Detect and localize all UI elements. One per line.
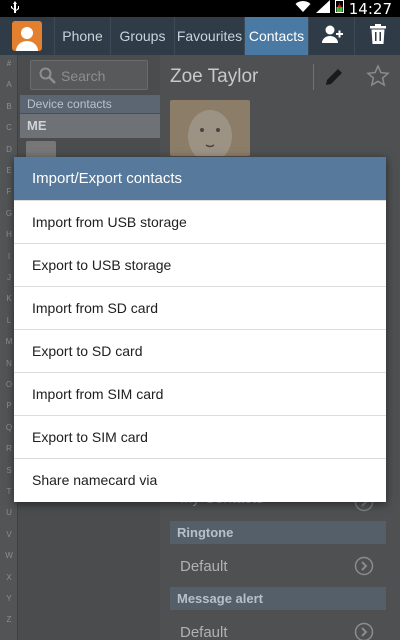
option-import-sim[interactable]: Import from SIM card xyxy=(14,372,386,415)
ringtone-chevron-icon[interactable] xyxy=(354,556,374,581)
search-icon xyxy=(39,67,56,89)
alphabet-index-letter[interactable]: A xyxy=(0,80,18,89)
tab-bar: Phone Groups Favourites Contacts xyxy=(0,17,400,55)
contact-name: Zoe Taylor xyxy=(170,66,259,87)
tab-phone[interactable]: Phone xyxy=(54,17,110,55)
usb-icon xyxy=(10,1,20,18)
message-alert-value[interactable]: Default xyxy=(180,624,228,640)
status-icons: 14:27 xyxy=(295,0,392,18)
alphabet-index-letter[interactable]: D xyxy=(0,145,18,154)
alphabet-index-letter[interactable]: X xyxy=(0,573,18,582)
alphabet-index-letter[interactable]: C xyxy=(0,123,18,132)
add-contact-icon xyxy=(321,24,343,49)
import-export-dialog: Import/Export contacts Import from USB s… xyxy=(14,157,386,502)
ringtone-value[interactable]: Default xyxy=(180,558,228,575)
message-alert-header: Message alert xyxy=(170,587,386,610)
star-icon xyxy=(366,64,390,92)
status-time: 14:27 xyxy=(348,0,392,18)
dialog-title: Import/Export contacts xyxy=(14,157,386,200)
signal-icon xyxy=(315,0,330,18)
wifi-icon xyxy=(295,0,311,18)
alphabet-index-letter[interactable]: V xyxy=(0,530,18,539)
divider xyxy=(313,64,314,90)
contact-photo[interactable] xyxy=(170,100,250,156)
profile-tab[interactable] xyxy=(0,17,54,55)
message-alert-chevron-icon[interactable] xyxy=(354,622,374,640)
option-import-sd[interactable]: Import from SD card xyxy=(14,286,386,329)
favourite-button[interactable] xyxy=(366,64,390,93)
option-export-sim[interactable]: Export to SIM card xyxy=(14,415,386,458)
option-export-usb[interactable]: Export to USB storage xyxy=(14,243,386,286)
search-placeholder: Search xyxy=(61,68,106,84)
pencil-icon xyxy=(323,69,345,92)
alphabet-index-letter[interactable]: Z xyxy=(0,615,18,624)
option-import-usb[interactable]: Import from USB storage xyxy=(14,200,386,243)
section-header-device-contacts: Device contacts xyxy=(20,95,160,113)
search-input[interactable]: Search xyxy=(30,60,148,90)
tab-favourites[interactable]: Favourites xyxy=(174,17,244,55)
battery-icon xyxy=(334,0,344,18)
alphabet-index-letter[interactable]: # xyxy=(0,59,18,68)
option-share-namecard[interactable]: Share namecard via xyxy=(14,458,386,501)
list-item[interactable] xyxy=(20,139,160,159)
section-header-me: ME xyxy=(20,114,160,138)
alphabet-index-letter[interactable]: U xyxy=(0,508,18,517)
trash-icon xyxy=(369,23,386,49)
tab-contacts[interactable]: Contacts xyxy=(244,17,308,55)
alphabet-index-letter[interactable]: W xyxy=(0,551,18,560)
delete-button[interactable] xyxy=(354,17,400,55)
add-contact-button[interactable] xyxy=(308,17,354,55)
option-export-sd[interactable]: Export to SD card xyxy=(14,329,386,372)
tab-groups[interactable]: Groups xyxy=(110,17,174,55)
status-bar: 14:27 xyxy=(0,0,400,18)
profile-avatar-icon xyxy=(12,21,42,51)
alphabet-index-letter[interactable]: B xyxy=(0,102,18,111)
ringtone-header: Ringtone xyxy=(170,521,386,544)
alphabet-index-letter[interactable]: Y xyxy=(0,594,18,603)
edit-button[interactable] xyxy=(323,66,345,93)
